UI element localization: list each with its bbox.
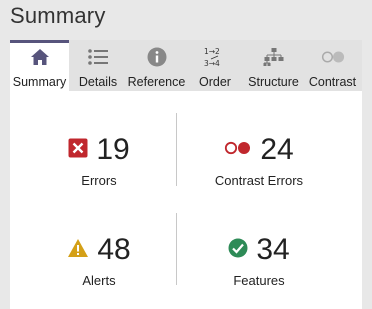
tab-label: Reference bbox=[127, 75, 186, 89]
stat-contrast-errors[interactable]: 24 Contrast Errors bbox=[204, 133, 314, 188]
tab-label: Structure bbox=[248, 75, 299, 89]
errors-label: Errors bbox=[81, 173, 117, 188]
structure-icon bbox=[262, 45, 286, 69]
svg-text:3→4: 3→4 bbox=[204, 59, 220, 68]
tab-contrast[interactable]: Contrast bbox=[303, 40, 362, 91]
alerts-count: 48 bbox=[97, 233, 131, 266]
error-icon bbox=[68, 138, 88, 163]
stat-features[interactable]: 34 Features bbox=[204, 233, 314, 288]
order-icon: 1→2 3→4 bbox=[203, 45, 227, 69]
summary-panel: 19 Errors 24 Contrast Errors 48 Alerts 3… bbox=[10, 91, 362, 309]
contrast-icon bbox=[321, 45, 345, 69]
tab-label: Summary bbox=[12, 75, 67, 89]
contrast-errors-count: 24 bbox=[260, 133, 294, 166]
errors-count: 19 bbox=[96, 133, 130, 166]
vertical-divider bbox=[176, 213, 177, 285]
list-icon bbox=[86, 45, 110, 69]
tab-reference[interactable]: Reference bbox=[127, 40, 186, 91]
tab-label: Details bbox=[78, 75, 118, 89]
alert-icon bbox=[67, 238, 89, 263]
vertical-divider bbox=[176, 113, 177, 186]
svg-text:1→2: 1→2 bbox=[204, 47, 220, 56]
info-icon bbox=[145, 45, 169, 69]
feature-check-icon bbox=[228, 238, 248, 263]
contrast-errors-label: Contrast Errors bbox=[214, 173, 304, 188]
features-count: 34 bbox=[256, 233, 290, 266]
contrast-error-icon bbox=[224, 141, 252, 160]
stat-alerts[interactable]: 48 Alerts bbox=[49, 233, 149, 288]
tab-label: Contrast bbox=[308, 75, 357, 89]
tab-summary[interactable]: Summary bbox=[10, 40, 69, 91]
tab-order[interactable]: 1→2 3→4 Order bbox=[186, 40, 244, 91]
page-title: Summary bbox=[10, 3, 106, 28]
home-icon bbox=[28, 45, 52, 69]
stat-errors[interactable]: 19 Errors bbox=[49, 133, 149, 188]
tab-structure[interactable]: Structure bbox=[244, 40, 303, 91]
alerts-label: Alerts bbox=[82, 273, 116, 288]
tab-details[interactable]: Details bbox=[69, 40, 127, 91]
tab-bar: Summary Details Reference 1→2 3→4 Order … bbox=[10, 40, 362, 91]
features-label: Features bbox=[233, 273, 285, 288]
tab-label: Order bbox=[199, 75, 231, 89]
